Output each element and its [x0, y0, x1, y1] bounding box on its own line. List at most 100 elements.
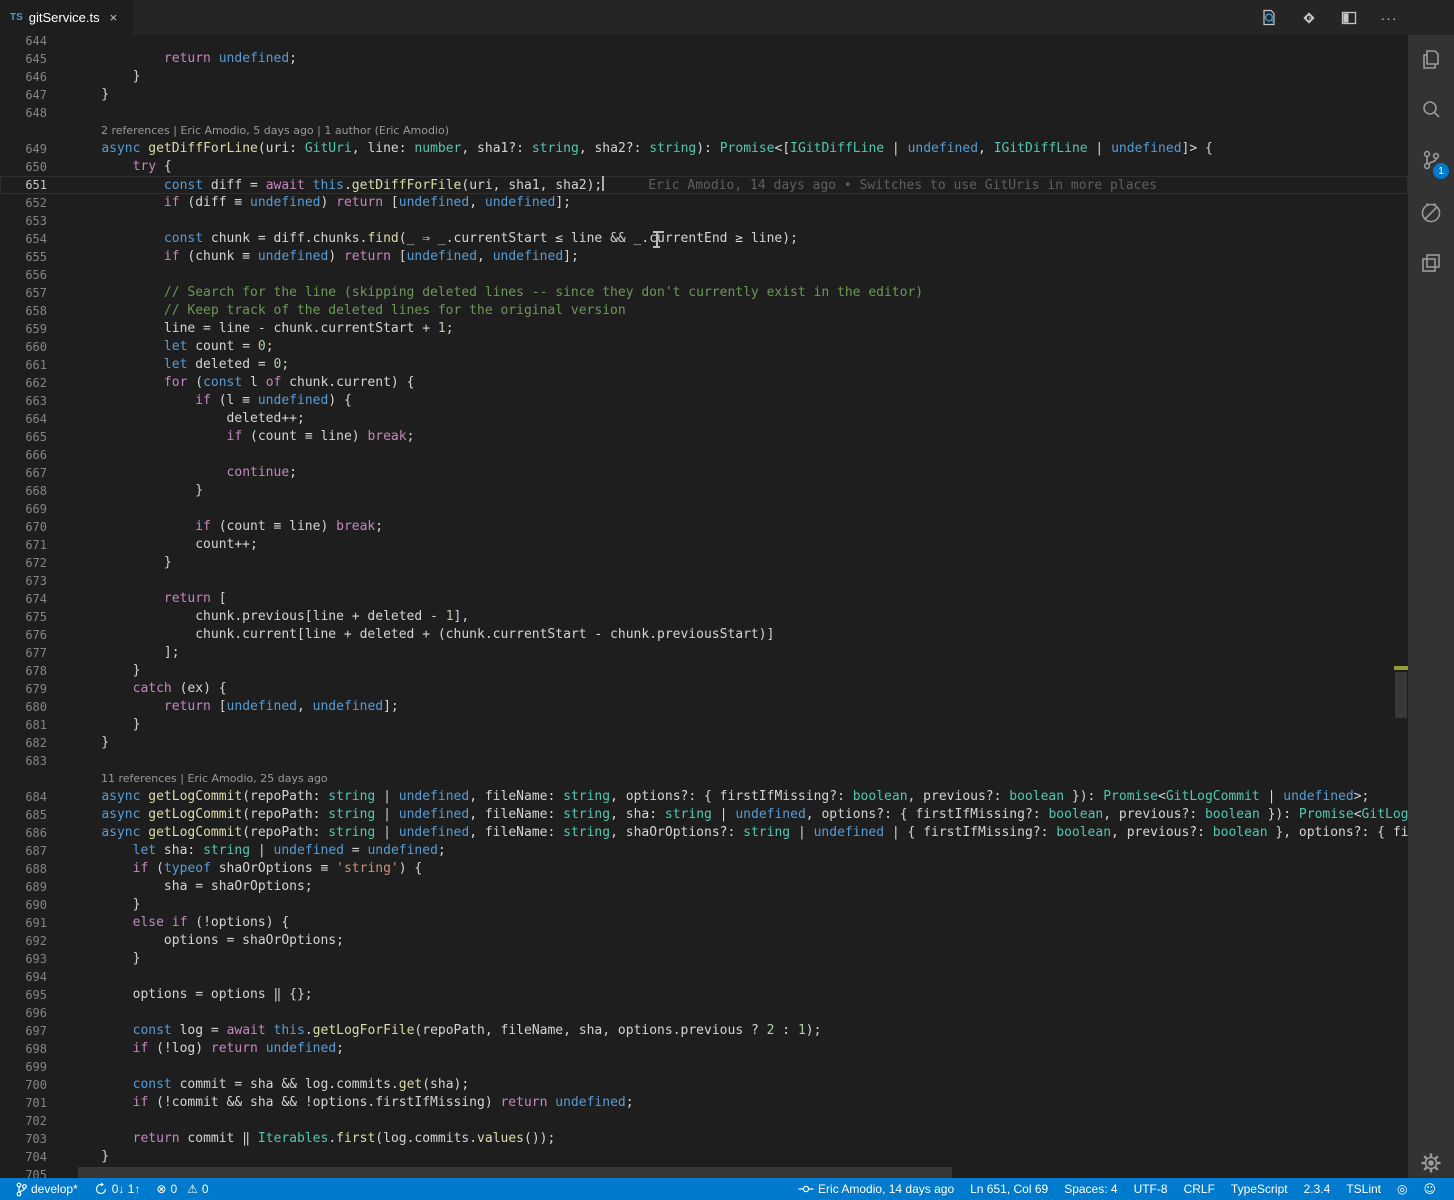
- split-editor-icon[interactable]: [1340, 9, 1358, 27]
- ts-version-item[interactable]: 2.3.4: [1296, 1178, 1339, 1200]
- sync-item[interactable]: 0↓ 1↑: [86, 1178, 149, 1200]
- code-text: if (typeof shaOrOptions ≡ 'string') {: [132, 861, 423, 876]
- extensions-icon[interactable]: [1408, 240, 1454, 286]
- code-text: return commit ‖ Iterables.first(log.comm…: [132, 1131, 556, 1146]
- eol-item[interactable]: CRLF: [1176, 1178, 1223, 1200]
- line-number: 670: [25, 520, 47, 534]
- code-line: 671 count++;: [0, 536, 1408, 554]
- sync-count-label: 0↓ 1↑: [111, 1182, 141, 1196]
- line-number: [0, 122, 70, 140]
- line-number: 660: [25, 340, 47, 354]
- line-number: 666: [25, 448, 47, 462]
- code-text: if (count ≡ line) break;: [226, 429, 415, 444]
- vertical-scrollbar-slider[interactable]: [1395, 672, 1407, 718]
- line-number: 691: [25, 916, 47, 930]
- code-line: 660 let count = 0;: [0, 338, 1408, 356]
- code-text: async getLogCommit(repoPath: string | un…: [101, 789, 1370, 804]
- line-number: 699: [25, 1060, 47, 1074]
- line-number: 700: [25, 1078, 47, 1092]
- line-number: 650: [25, 160, 47, 174]
- code-text: continue;: [226, 465, 297, 480]
- code-line: 676 chunk.current[line + deleted + (chun…: [0, 626, 1408, 644]
- code-line: 683: [0, 752, 1408, 770]
- line-number: 673: [25, 574, 47, 588]
- explorer-icon[interactable]: [1408, 37, 1454, 83]
- code-line: 687 let sha: string | undefined = undefi…: [0, 842, 1408, 860]
- code-line: 651 const diff = await this.getDiffForFi…: [0, 176, 1408, 194]
- smiley-icon[interactable]: ☺: [1415, 1178, 1444, 1200]
- code-line: 697 const log = await this.getLogForFile…: [0, 1022, 1408, 1040]
- editor[interactable]: 644 645 return undefined; 646 } 647 } 648 2 r…: [0, 35, 1408, 1178]
- encoding-item[interactable]: UTF-8: [1126, 1178, 1176, 1200]
- problems-item[interactable]: ⊗ 0 ⚠ 0: [148, 1178, 216, 1200]
- code-text: // Keep track of the deleted lines for t…: [70, 303, 626, 318]
- line-number: 665: [25, 430, 47, 444]
- cursor-position-item[interactable]: Ln 651, Col 69: [962, 1178, 1056, 1200]
- code-text: const log = await this.getLogForFile(rep…: [132, 1023, 822, 1038]
- code-line: 703 return commit ‖ Iterables.first(log.…: [0, 1130, 1408, 1148]
- line-number: 682: [25, 736, 47, 750]
- code-line: 682 }: [0, 734, 1408, 752]
- gitlens-icon[interactable]: [1300, 9, 1318, 27]
- code-line: 686 async getLogCommit(repoPath: string …: [0, 824, 1408, 842]
- code-text: if (chunk ≡ undefined) return [undefined…: [163, 249, 579, 264]
- line-number: 664: [25, 412, 47, 426]
- line-number: 687: [25, 844, 47, 858]
- code-text: options = shaOrOptions;: [70, 933, 344, 948]
- line-number: 668: [25, 484, 47, 498]
- tslint-item[interactable]: TSLint: [1338, 1178, 1389, 1200]
- source-control-icon[interactable]: 1: [1408, 137, 1454, 183]
- inline-blame-annotation: Eric Amodio, 14 days ago • Switches to u…: [648, 178, 1157, 193]
- blame-item[interactable]: Eric Amodio, 14 days ago: [790, 1178, 962, 1200]
- code-text: }: [70, 951, 141, 966]
- code-text: line = line - chunk.currentStart + 1;: [70, 321, 454, 336]
- line-number: 696: [25, 1006, 47, 1020]
- line-number: 644: [25, 35, 47, 48]
- line-number: 701: [25, 1096, 47, 1110]
- line-number: 695: [25, 988, 47, 1002]
- code-text: }: [70, 735, 110, 750]
- indentation-item[interactable]: Spaces: 4: [1056, 1178, 1125, 1200]
- line-number: 683: [25, 754, 47, 768]
- code-line: 648: [0, 104, 1408, 122]
- code-text: async getDiffForLine(uri: GitUri, line: …: [101, 141, 1213, 156]
- line-number: 681: [25, 718, 47, 732]
- code-line: 649 async getDiffForLine(uri: GitUri, li…: [0, 140, 1408, 158]
- codelens-row[interactable]: 2 references | Eric Amodio, 5 days ago |…: [0, 122, 1408, 140]
- code-text: deleted++;: [70, 411, 305, 426]
- more-actions-icon[interactable]: ···: [1380, 9, 1398, 27]
- codelens-text: 2 references | Eric Amodio, 5 days ago |…: [101, 124, 449, 137]
- line-number: 704: [25, 1150, 47, 1164]
- line-number: 679: [25, 682, 47, 696]
- feedback-icon[interactable]: ◎: [1389, 1178, 1415, 1200]
- language-mode-item[interactable]: TypeScript: [1223, 1178, 1296, 1200]
- code-line: 695 options = options ‖ {};: [0, 986, 1408, 1004]
- tab-title: gitService.ts: [28, 10, 100, 25]
- open-changes-icon[interactable]: [1260, 9, 1278, 27]
- git-branch-item[interactable]: develop*: [8, 1178, 86, 1200]
- horizontal-scrollbar-slider[interactable]: [78, 1167, 952, 1178]
- code-text: let count = 0;: [163, 339, 274, 354]
- tab-gitservice[interactable]: TS gitService.ts ×: [0, 0, 133, 35]
- line-number: 698: [25, 1042, 47, 1056]
- code-line: 647 }: [0, 86, 1408, 104]
- code-line: 662 for (const l of chunk.current) {: [0, 374, 1408, 392]
- line-number: 657: [25, 286, 47, 300]
- close-tab-icon[interactable]: ×: [110, 10, 118, 25]
- code-text: }: [70, 897, 141, 912]
- line-number: 646: [25, 70, 47, 84]
- horizontal-scrollbar[interactable]: [70, 1166, 1394, 1178]
- branch-icon: [16, 1182, 27, 1196]
- codelens-text: 11 references | Eric Amodio, 25 days ago: [101, 772, 328, 785]
- codelens-row[interactable]: 11 references | Eric Amodio, 25 days ago: [0, 770, 1408, 788]
- line-number: 672: [25, 556, 47, 570]
- code-line: 698 if (!log) return undefined;: [0, 1040, 1408, 1058]
- overview-ruler-marker: [1394, 666, 1408, 670]
- debug-icon[interactable]: [1408, 190, 1454, 236]
- search-icon[interactable]: [1408, 87, 1454, 133]
- vertical-scrollbar[interactable]: [1394, 35, 1408, 1178]
